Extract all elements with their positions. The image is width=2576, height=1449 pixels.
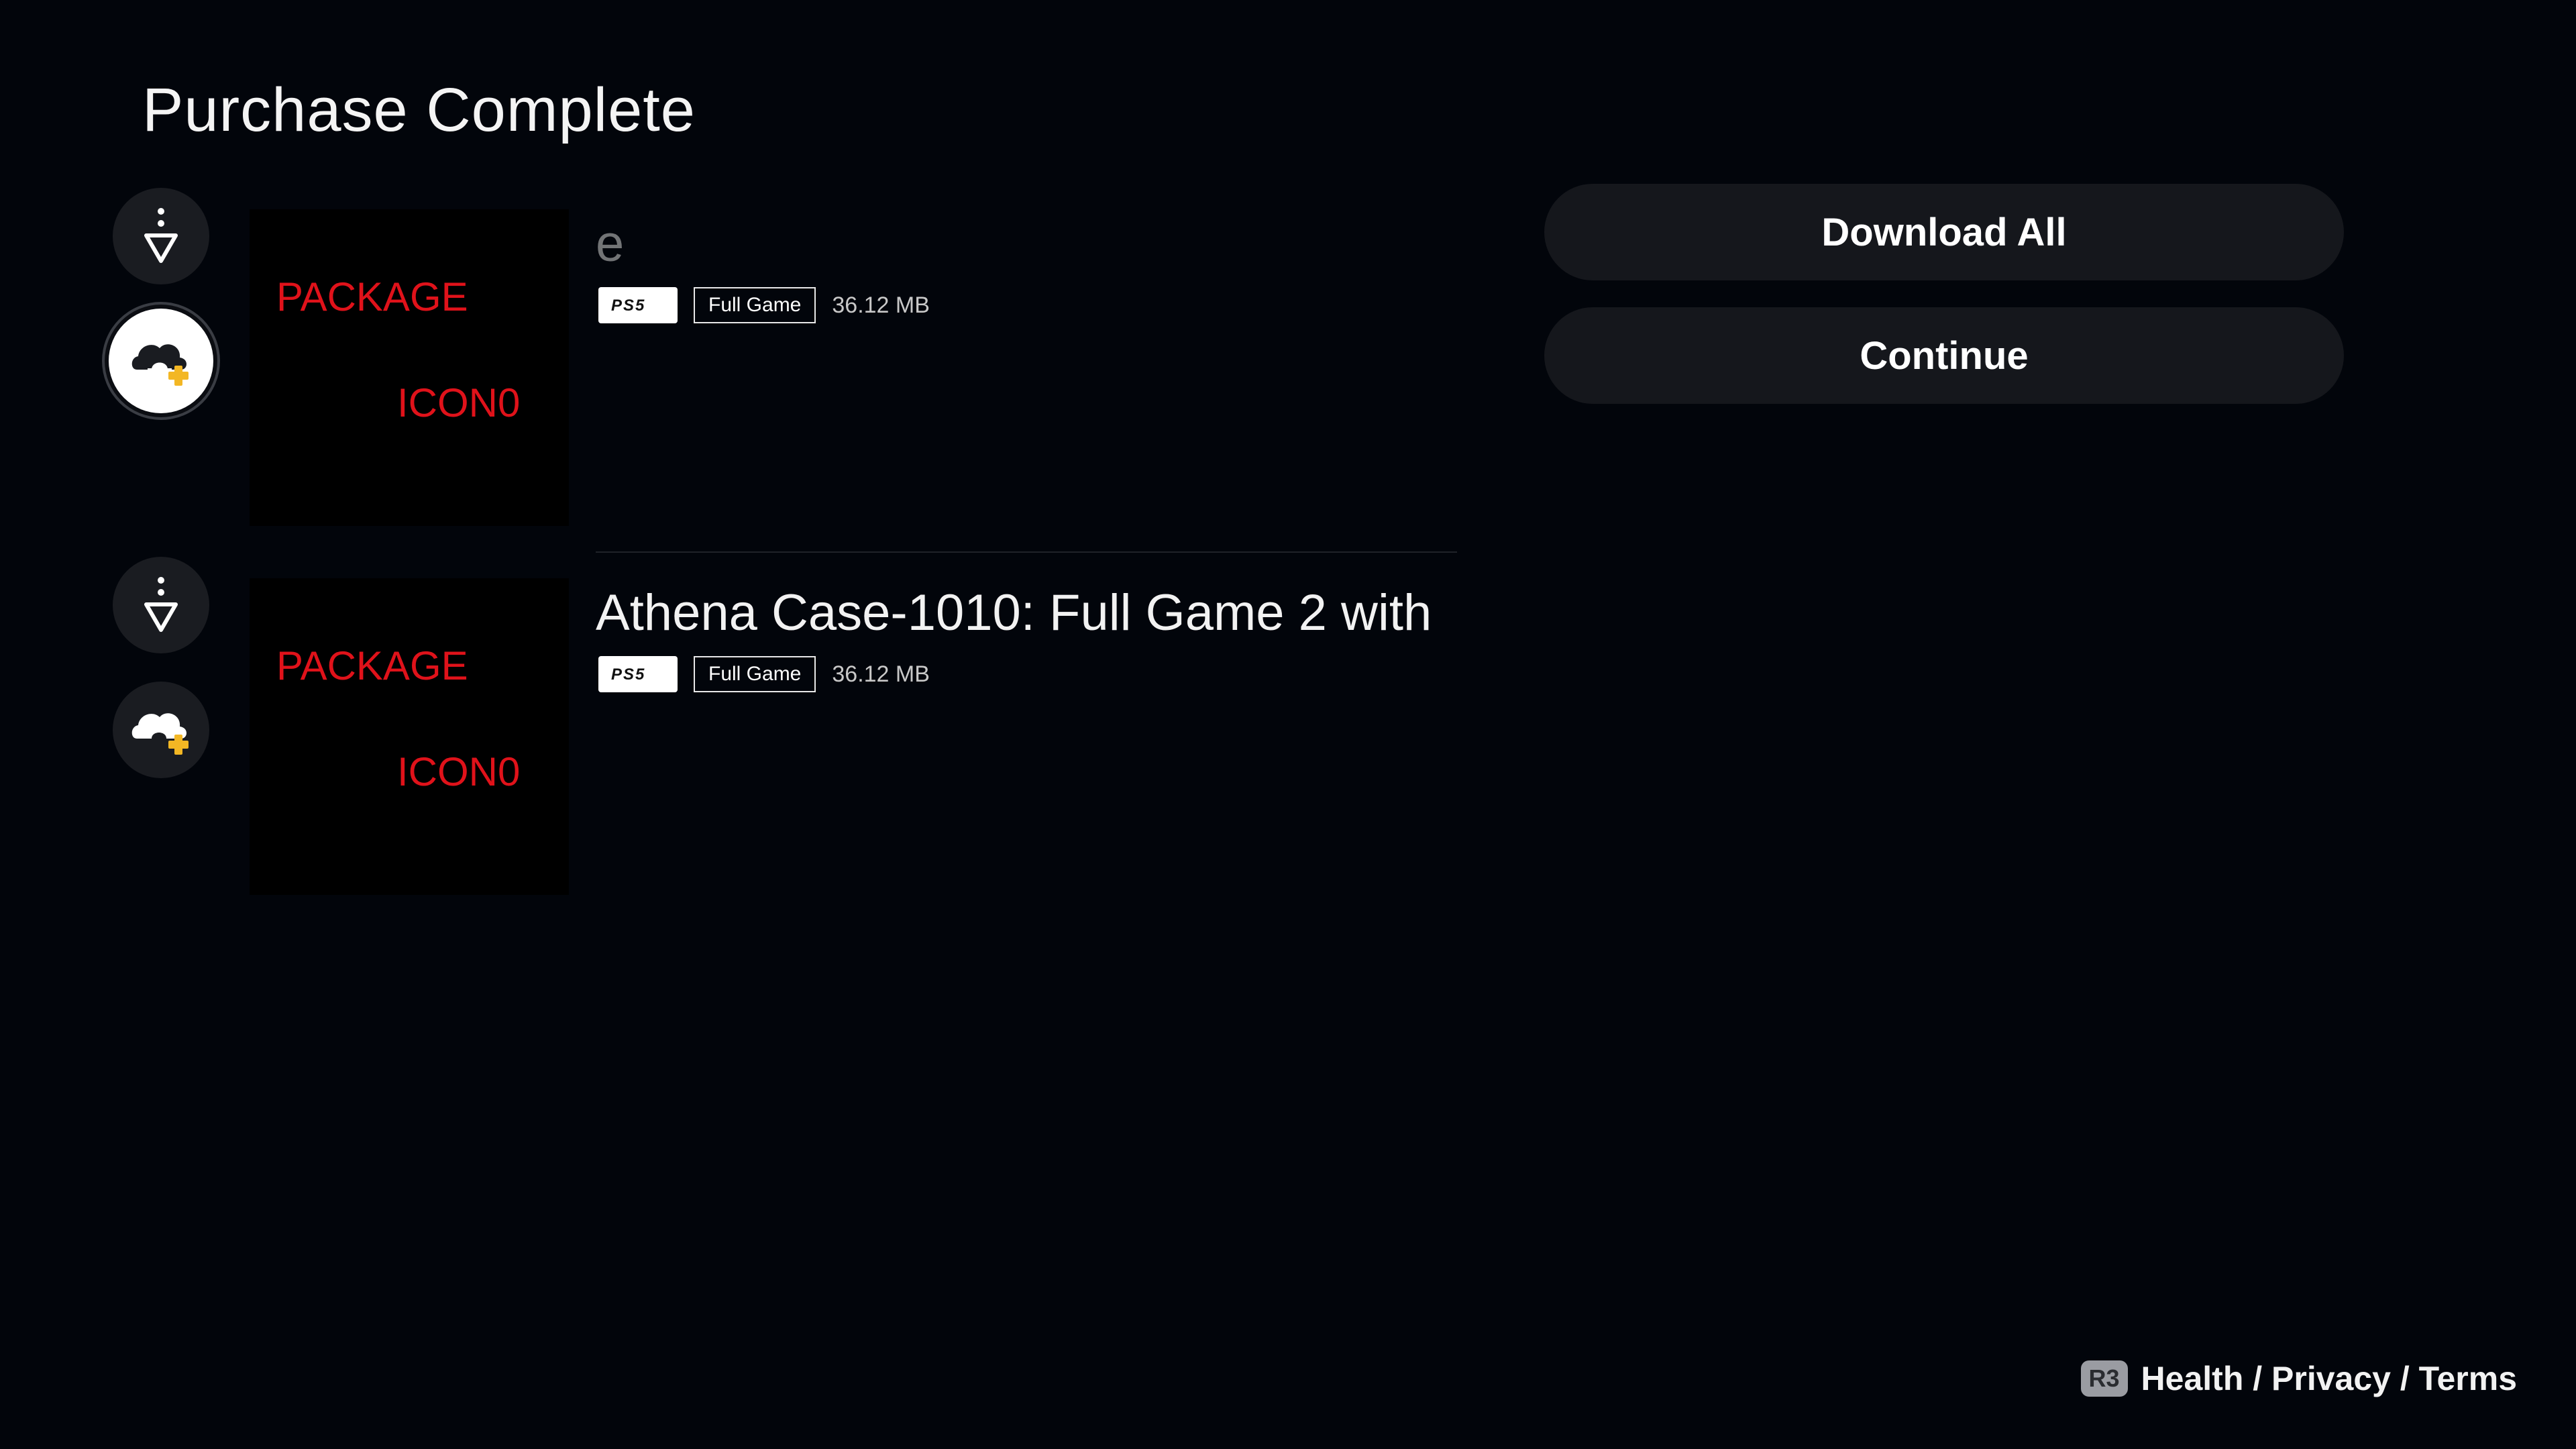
continue-button[interactable]: Continue: [1544, 307, 2344, 404]
ps-plus-cloud-button[interactable]: [113, 682, 209, 778]
thumbnail-placeholder-text: ICON0: [397, 380, 521, 425]
download-icon: [144, 208, 178, 263]
r3-button-icon: R3: [2080, 1360, 2128, 1397]
download-icon: [144, 577, 178, 632]
file-size: 36.12 MB: [832, 292, 930, 318]
download-all-button[interactable]: Download All: [1544, 184, 2344, 280]
package-thumbnail: PACKAGE ICON0: [250, 578, 569, 895]
content-type-tag: Full Game: [694, 287, 816, 323]
platform-tag: PS5: [598, 287, 678, 323]
thumbnail-placeholder-text: PACKAGE: [276, 274, 468, 319]
purchase-item: PACKAGE ICON0 e PS5 Full Game 36.12 MB: [107, 188, 1462, 537]
item-meta: PS5 Full Game 36.12 MB: [598, 656, 930, 692]
health-privacy-terms-link[interactable]: Health / Privacy / Terms: [2141, 1359, 2517, 1398]
thumbnail-placeholder-text: PACKAGE: [276, 643, 468, 688]
item-meta: PS5 Full Game 36.12 MB: [598, 287, 930, 323]
item-divider: [596, 551, 1457, 553]
ps5-logo: PS5: [611, 666, 645, 682]
page-title: Purchase Complete: [142, 76, 696, 144]
item-title: Athena Case-1010: Full Game 2 with E...: [596, 584, 1441, 641]
svg-text:PS5: PS5: [611, 297, 645, 313]
ps5-logo: PS5: [611, 297, 645, 313]
ps-plus-cloud-icon: [131, 713, 189, 755]
svg-text:PS5: PS5: [611, 666, 645, 682]
file-size: 36.12 MB: [832, 661, 930, 687]
content-type-tag: Full Game: [694, 656, 816, 692]
download-button[interactable]: [113, 188, 209, 284]
purchase-item: PACKAGE ICON0 Athena Case-1010: Full Gam…: [107, 557, 1462, 906]
footer-links[interactable]: R3 Health / Privacy / Terms: [2080, 1359, 2517, 1398]
thumbnail-placeholder-text: ICON0: [397, 749, 521, 794]
purchase-complete-screen: Purchase Complete PACKAGE ICON0 e PS5 Fu…: [0, 0, 2576, 1449]
item-title: e: [596, 215, 625, 272]
download-button[interactable]: [113, 557, 209, 653]
ps-plus-cloud-button[interactable]: [109, 309, 213, 413]
platform-tag: PS5: [598, 656, 678, 692]
ps-plus-cloud-icon: [131, 344, 189, 386]
package-thumbnail: PACKAGE ICON0: [250, 209, 569, 526]
